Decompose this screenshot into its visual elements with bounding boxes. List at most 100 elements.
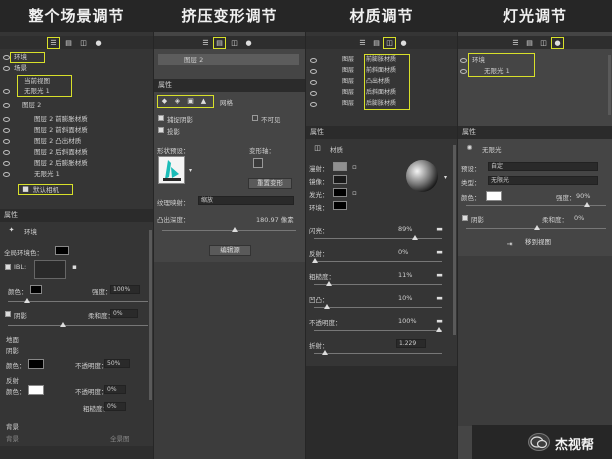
- material-item[interactable]: 凸出材质: [366, 77, 390, 86]
- slider-knob[interactable]: [60, 322, 66, 327]
- eye-icon[interactable]: [3, 117, 10, 122]
- cap-tab-icon[interactable]: ▣: [187, 98, 194, 105]
- refraction-field[interactable]: 1.229: [396, 339, 426, 348]
- reflection-color-swatch[interactable]: [28, 385, 44, 395]
- roughness-slider[interactable]: [314, 284, 442, 285]
- material-filter-icon[interactable]: ◫: [80, 40, 87, 47]
- ibl-thumbnail[interactable]: [34, 260, 66, 279]
- eye-icon[interactable]: [310, 91, 317, 96]
- scene-filter-icon[interactable]: ☰: [202, 40, 209, 47]
- layer-row[interactable]: 图层: [342, 88, 354, 97]
- softness-field[interactable]: 0%: [110, 309, 138, 318]
- capture-shadow-checkbox[interactable]: [158, 115, 164, 121]
- layer-row[interactable]: 图层: [342, 55, 354, 64]
- bump-value[interactable]: 10%: [398, 294, 412, 302]
- eye-icon[interactable]: [460, 69, 467, 74]
- slider-knob[interactable]: [232, 227, 238, 232]
- extrude-depth-value[interactable]: 180.97 像素: [256, 214, 294, 224]
- eye-icon[interactable]: [310, 102, 317, 107]
- slider-knob[interactable]: [322, 350, 328, 355]
- roughness-value[interactable]: 11%: [398, 271, 412, 279]
- bump-slider[interactable]: [314, 307, 442, 308]
- reflection-value[interactable]: 0%: [398, 248, 408, 256]
- deform-tab-icon[interactable]: ◈: [174, 98, 181, 105]
- mesh-filter-icon[interactable]: ▤: [65, 40, 72, 47]
- eye-icon[interactable]: [310, 58, 317, 63]
- material-filter-icon[interactable]: ◫: [540, 40, 547, 47]
- tree-environment[interactable]: 环境: [472, 55, 485, 65]
- ambient-swatch[interactable]: [333, 201, 347, 210]
- slider-knob[interactable]: [312, 258, 318, 263]
- scrollbar[interactable]: [453, 145, 456, 335]
- invisible-checkbox[interactable]: [252, 115, 258, 121]
- tree-scene[interactable]: 场景: [14, 63, 27, 73]
- global-ambient-swatch[interactable]: [55, 246, 69, 255]
- glow-texture-icon[interactable]: ▫: [351, 190, 358, 197]
- material-item[interactable]: 前斜面材质: [366, 66, 396, 75]
- eye-icon[interactable]: [3, 150, 10, 155]
- eye-icon[interactable]: [3, 103, 10, 108]
- eye-icon[interactable]: [3, 66, 10, 71]
- eye-icon[interactable]: [3, 139, 10, 144]
- material-filter-icon[interactable]: ◫: [386, 40, 393, 47]
- eye-icon[interactable]: [3, 55, 10, 60]
- light-filter-icon[interactable]: ●: [245, 40, 252, 47]
- mesh-filter-icon[interactable]: ▤: [526, 40, 533, 47]
- layer-row-selected[interactable]: [158, 54, 299, 65]
- scene-filter-icon[interactable]: ☰: [359, 40, 366, 47]
- shadow-checkbox[interactable]: [5, 311, 11, 317]
- folder-icon[interactable]: ▬: [436, 295, 443, 302]
- light-color-swatch[interactable]: [486, 191, 502, 201]
- shine-value[interactable]: 89%: [398, 225, 412, 233]
- deform-axis-grid[interactable]: [253, 158, 263, 168]
- edit-source-button[interactable]: 编辑源: [209, 245, 251, 256]
- roughness-field[interactable]: 0%: [104, 402, 126, 411]
- folder-icon[interactable]: ▬: [436, 249, 443, 256]
- layer-name[interactable]: 图层 2: [184, 55, 203, 65]
- eye-icon[interactable]: [310, 80, 317, 85]
- material-preview-sphere[interactable]: [406, 160, 438, 192]
- slider-knob[interactable]: [326, 281, 332, 286]
- preset-select[interactable]: 自定: [488, 162, 598, 171]
- glow-swatch[interactable]: [333, 188, 347, 197]
- coordinates-tab-icon[interactable]: ▲: [200, 98, 207, 105]
- slider-knob[interactable]: [24, 298, 30, 303]
- ibl-menu-icon[interactable]: ▪: [71, 264, 78, 271]
- tree-environment[interactable]: 环境: [14, 52, 27, 62]
- ibl-checkbox[interactable]: [5, 264, 11, 270]
- reflection-opacity-field[interactable]: 0%: [104, 385, 126, 394]
- material-item[interactable]: 后膨胀材质: [366, 99, 396, 108]
- layer-row[interactable]: 图层: [342, 66, 354, 75]
- cast-shadow-checkbox[interactable]: [158, 127, 164, 133]
- extrude-depth-slider[interactable]: [162, 230, 296, 231]
- folder-icon[interactable]: ▬: [436, 272, 443, 279]
- layer-row[interactable]: 图层: [342, 77, 354, 86]
- texture-map-select[interactable]: 缩放: [198, 196, 294, 205]
- slider-knob[interactable]: [584, 202, 590, 207]
- tree-child[interactable]: 图层 2 后膨胀材质: [34, 158, 88, 168]
- tree-current-view[interactable]: 当前视图: [24, 76, 50, 86]
- diffuse-swatch[interactable]: [333, 162, 347, 171]
- layer-row[interactable]: 图层: [342, 99, 354, 108]
- intensity-field[interactable]: 100%: [110, 285, 140, 294]
- light-filter-icon[interactable]: ●: [554, 40, 561, 47]
- tab-infinite-light[interactable]: 无限光: [482, 144, 502, 154]
- ground-color-swatch[interactable]: [28, 359, 44, 369]
- slider-knob[interactable]: [412, 235, 418, 240]
- eye-icon[interactable]: [3, 89, 10, 94]
- reflection-slider[interactable]: [314, 261, 442, 262]
- scene-filter-icon[interactable]: ☰: [512, 40, 519, 47]
- tree-child[interactable]: 无限光 1: [34, 169, 60, 179]
- shape-preset-thumbnail[interactable]: [158, 156, 185, 184]
- ground-opacity-field[interactable]: 50%: [104, 359, 130, 368]
- tree-child[interactable]: 图层 2 前膨胀材质: [34, 114, 88, 124]
- softness-slider[interactable]: [8, 325, 148, 326]
- mesh-tab-icon[interactable]: ◆: [161, 98, 168, 105]
- tab-environment[interactable]: 环境: [24, 226, 37, 236]
- mesh-filter-icon[interactable]: ▤: [216, 40, 223, 47]
- eye-icon[interactable]: [3, 128, 10, 133]
- scrollbar[interactable]: [608, 55, 611, 115]
- tree-layer-group[interactable]: 图层 2: [22, 100, 41, 110]
- tree-child[interactable]: 图层 2 凸出材质: [34, 136, 81, 146]
- material-item[interactable]: 后斜面材质: [366, 88, 396, 97]
